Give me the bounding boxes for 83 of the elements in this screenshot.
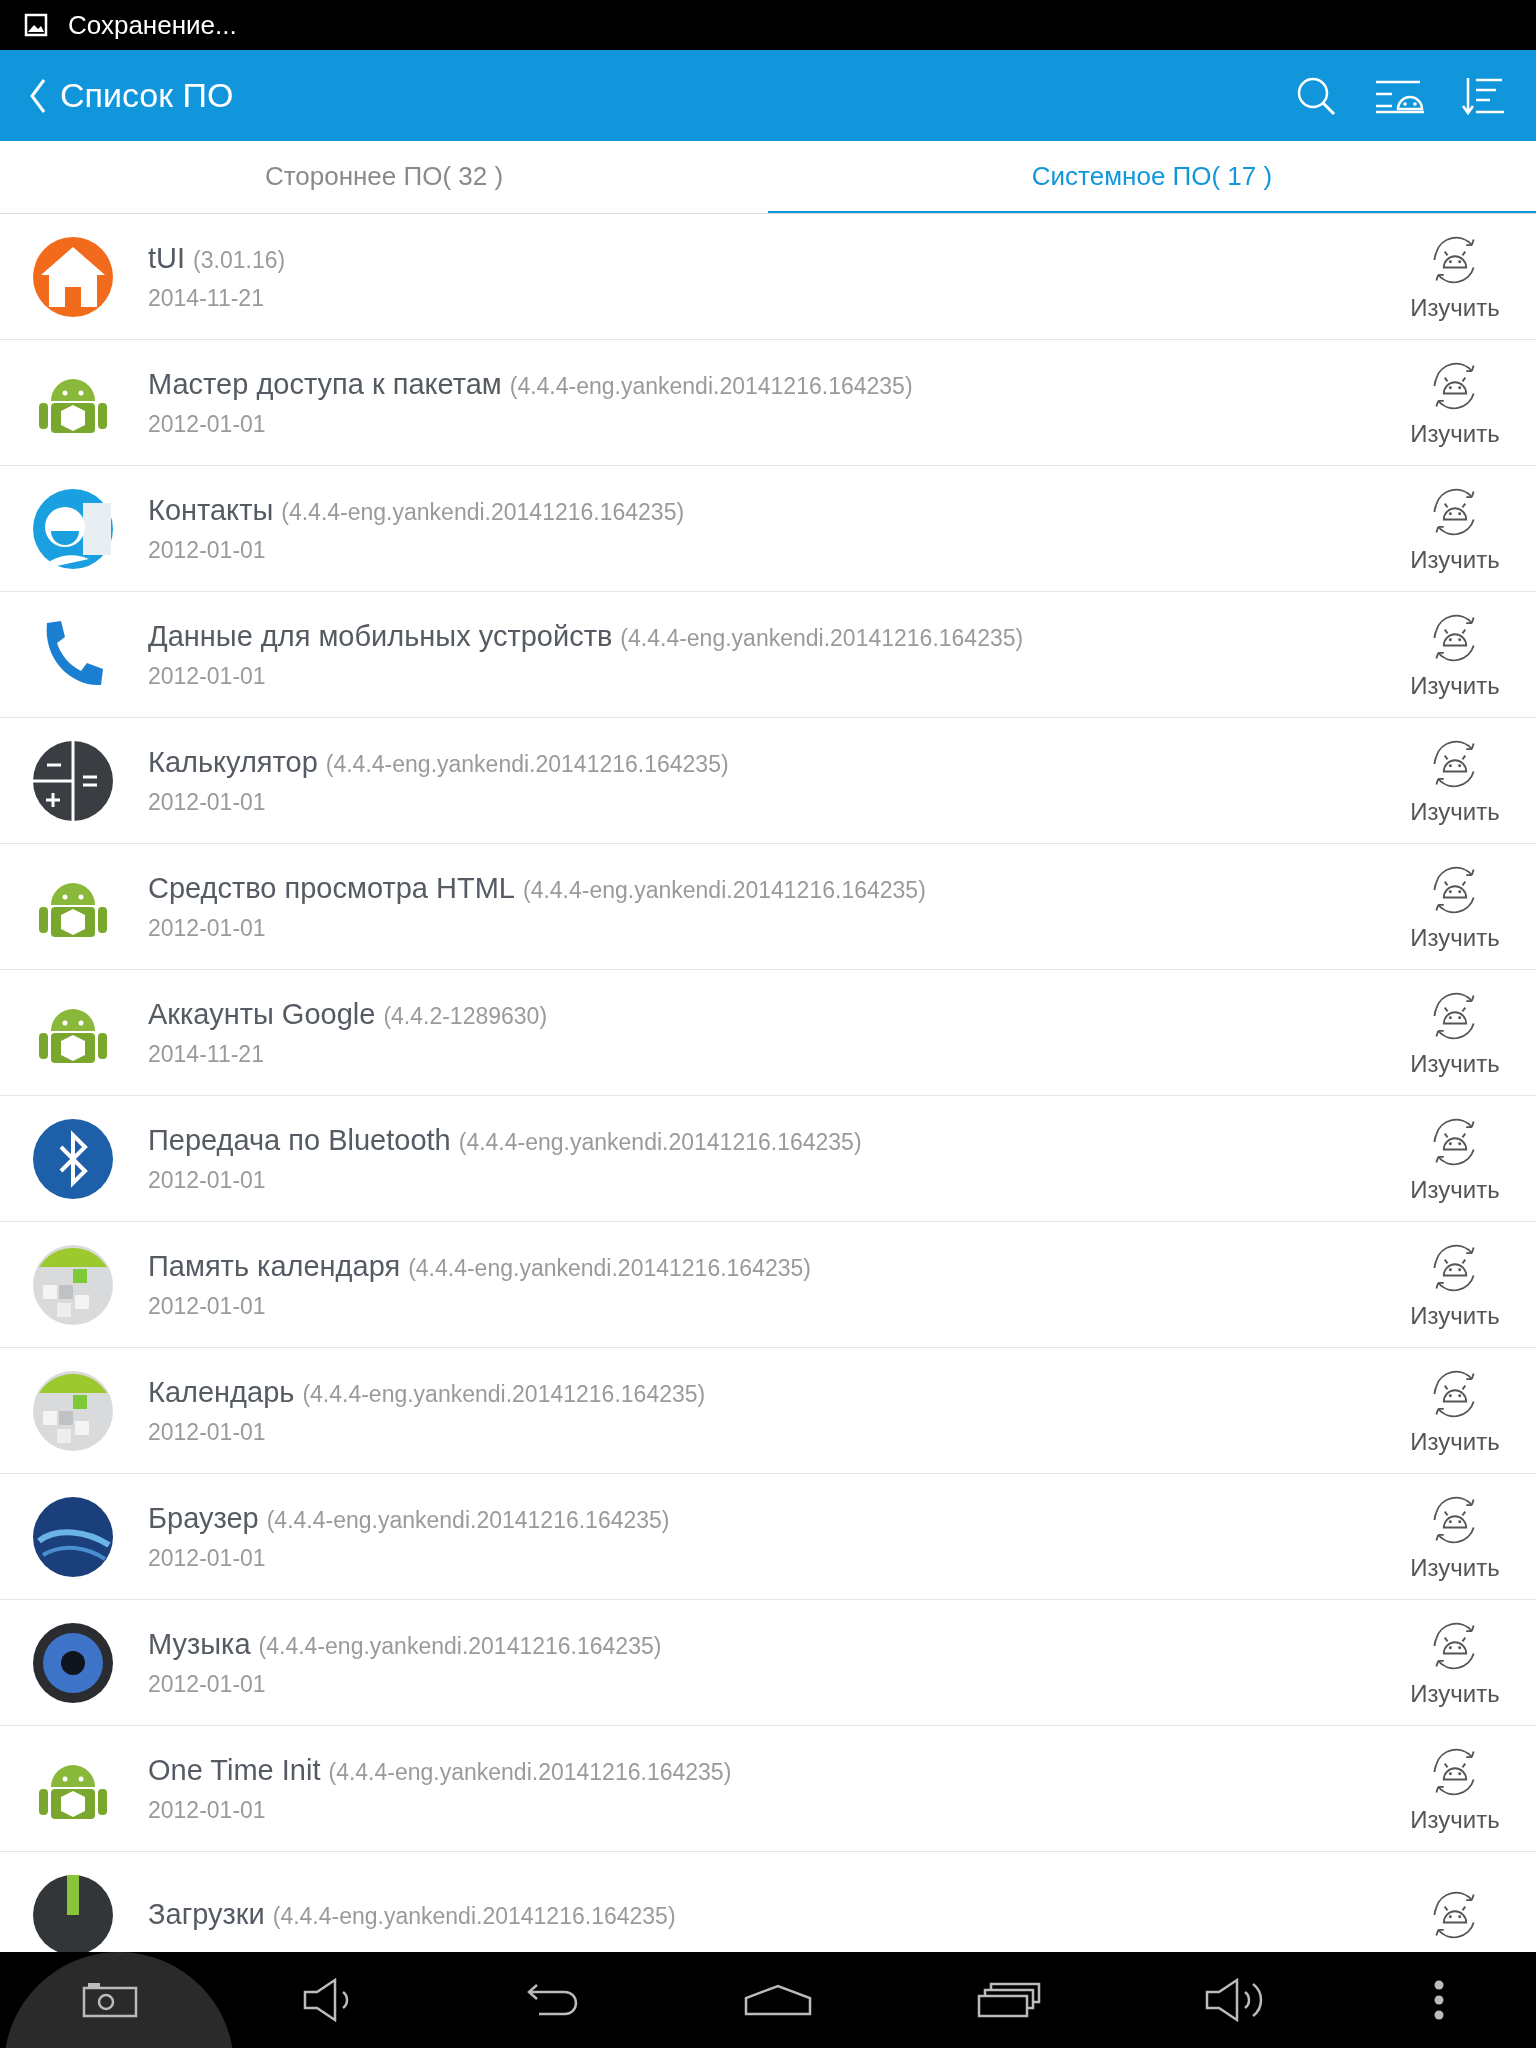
app-name: Данные для мобильных устройств [148,619,613,653]
app-row[interactable]: Аккаунты Google (4.4.2-1289630) 2014-11-21 Изучить [0,970,1536,1096]
explore-button[interactable]: Изучить [1410,1427,1500,1456]
app-name: Мастер доступа к пакетам [148,367,502,401]
app-name: Средство просмотра HTML [148,871,515,905]
calendar-app-icon [33,1244,113,1325]
app-row[interactable]: One Time Init (4.4.4-eng.yankendi.20141216.164235) 2012-01-01 Изучить [0,1726,1536,1852]
app-row[interactable]: Контакты (4.4.4-eng.yankendi.20141216.164235) 2012-01-01 Изучить [0,466,1536,592]
install-date: 2012-01-01 [148,410,266,438]
music-app-icon [33,1622,113,1703]
explore-button[interactable]: Изучить [1410,1175,1500,1204]
app-row[interactable]: Калькулятор (4.4.4-eng.yankendi.20141216.164235) 2012-01-01 Изучить [0,718,1536,844]
image-icon [24,13,48,37]
app-version: (4.4.4-eng.yankendi.20141216.164235) [328,1758,732,1786]
install-date: 2014-11-21 [148,1040,264,1068]
home-app-icon [33,236,113,317]
contacts-app-icon [33,488,113,569]
app-name: tUI [148,241,186,275]
explore-button[interactable]: Изучить [1410,1679,1500,1708]
home-icon[interactable] [743,1984,812,2016]
install-date: 2012-01-01 [148,662,266,690]
install-date: 2012-01-01 [148,914,266,942]
recent-apps-icon[interactable] [976,1982,1041,2018]
app-name: One Time Init [148,1753,321,1787]
app-name: Календарь [148,1375,295,1409]
app-row[interactable]: Мастер доступа к пакетам (4.4.4-eng.yankendi.20141216.164235) 2012-01-01 Изучить [0,340,1536,466]
app-name: Контакты [148,493,274,527]
explore-button[interactable]: Изучить [1410,419,1500,448]
explore-button[interactable]: Изучить [1410,1805,1500,1834]
sort-icon[interactable] [1462,75,1506,116]
downloads-app-icon [33,1874,113,1952]
install-date: 2012-01-01 [148,788,266,816]
app-name: Загрузки [148,1898,265,1931]
app-row[interactable]: Браузер (4.4.4-eng.yankendi.20141216.164235) 2012-01-01 Изучить [0,1474,1536,1600]
bluetooth-app-icon [33,1118,113,1199]
explore-button[interactable]: Изучить [1410,1049,1500,1078]
app-row[interactable]: Память календаря (4.4.4-eng.yankendi.20141216.164235) 2012-01-01 Изучить [0,1222,1536,1348]
app-row[interactable]: Музыка (4.4.4-eng.yankendi.20141216.164235) 2012-01-01 Изучить [0,1600,1536,1726]
install-date: 2012-01-01 [148,1544,266,1572]
explore-button[interactable]: Изучить [1410,545,1500,574]
app-version: (4.4.4-eng.yankendi.20141216.164235) [509,372,913,400]
app-name: Передача по Bluetooth [148,1123,451,1157]
app-name: Музыка [148,1627,251,1661]
app-row[interactable]: tUI (3.01.16) 2014-11-21 Изучить [0,214,1536,340]
calculator-app-icon [33,740,113,821]
menu-icon[interactable] [1433,1980,1444,2020]
app-name: Память календаря [148,1249,401,1283]
app-version: (4.4.4-eng.yankendi.20141216.164235) [272,1903,676,1930]
notification-text: Сохранение... [68,9,237,41]
browser-app-icon [33,1496,113,1577]
app-version: (4.4.4-eng.yankendi.20141216.164235) [620,624,1024,652]
app-version: (4.4.4-eng.yankendi.20141216.164235) [458,1128,862,1156]
explore-button[interactable]: Изучить [1410,1301,1500,1330]
app-version: (4.4.4-eng.yankendi.20141216.164235) [302,1380,706,1408]
app-row[interactable]: Передача по Bluetooth (4.4.4-eng.yankendi.20141216.164235) 2012-01-01 Изучить [0,1096,1536,1222]
camera-icon[interactable] [82,1982,139,2018]
app-version: (3.01.16) [193,246,286,274]
app-version: (4.4.4-eng.yankendi.20141216.164235) [325,750,729,778]
app-version: (4.4.4-eng.yankendi.20141216.164235) [258,1632,662,1660]
explore-button[interactable]: Изучить [1410,293,1500,322]
app-row[interactable]: Средство просмотра HTML (4.4.4-eng.yankendi.20141216.164235) 2012-01-01 Изучить [0,844,1536,970]
app-name: Калькулятор [148,745,318,779]
install-date: 2012-01-01 [148,1418,266,1446]
app-version: (4.4.4-eng.yankendi.20141216.164235) [281,498,685,526]
app-version: (4.4.2-1289630) [383,1002,548,1030]
install-date: 2012-01-01 [148,1670,266,1698]
install-date: 2014-11-21 [148,284,264,312]
app-version: (4.4.4-eng.yankendi.20141216.164235) [408,1254,811,1282]
explore-button[interactable]: Изучить [1410,797,1500,826]
app-version: (4.4.4-eng.yankendi.20141216.164235) [522,876,926,904]
app-name: Браузер [148,1501,259,1535]
install-date: 2012-01-01 [148,1796,266,1824]
explore-button[interactable]: Изучить [1410,1553,1500,1582]
app-version: (4.4.4-eng.yankendi.20141216.164235) [266,1506,670,1534]
app-name: Аккаунты Google [148,997,376,1031]
install-date: 2012-01-01 [148,536,266,564]
install-date: 2012-01-01 [148,1292,266,1320]
calendar-app-icon [33,1370,113,1451]
app-row[interactable]: Календарь (4.4.4-eng.yankendi.20141216.164235) 2012-01-01 Изучить [0,1348,1536,1474]
explore-button[interactable]: Изучить [1410,671,1500,700]
install-date: 2012-01-01 [148,1166,266,1194]
app-row[interactable]: Данные для мобильных устройств (4.4.4-eng.yankendi.20141216.164235) 2012-01-01 Изучить [0,592,1536,718]
explore-button[interactable]: Изучить [1410,923,1500,952]
